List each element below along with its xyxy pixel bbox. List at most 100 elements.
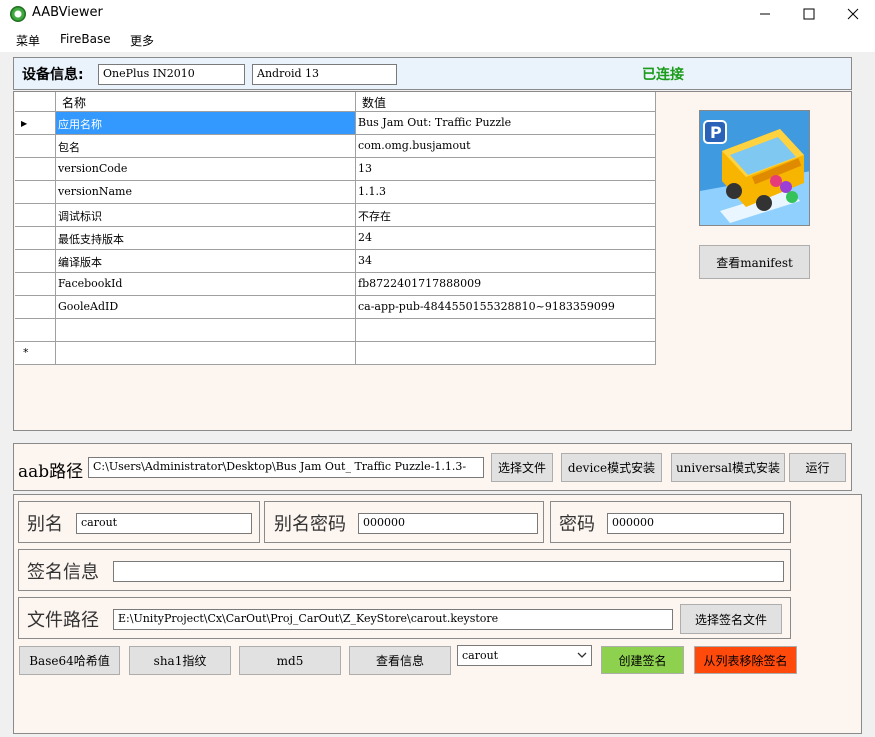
grid-cell-value[interactable]	[356, 342, 656, 365]
grid-header-name[interactable]: 名称	[56, 92, 356, 112]
menu-item-firebase[interactable]: FireBase	[60, 32, 111, 46]
menu-item-more[interactable]: 更多	[130, 32, 154, 49]
grid-cell-name[interactable]	[56, 319, 356, 342]
android-version-field[interactable]: Android 13	[252, 64, 397, 85]
new-row-selector[interactable]: *	[15, 342, 56, 365]
row-selector[interactable]: ▶	[15, 112, 56, 135]
grid-cell-name[interactable]: versionName	[56, 181, 356, 204]
choose-sign-file-button[interactable]: 选择签名文件	[680, 604, 782, 634]
alias-password-input[interactable]: 000000	[358, 513, 538, 534]
grid-cell-value[interactable]: 不存在	[356, 204, 656, 227]
alias-select[interactable]: carout	[457, 645, 592, 666]
grid-cell-name[interactable]: 包名	[56, 135, 356, 158]
new-row-icon: *	[23, 346, 29, 359]
new-row[interactable]: *	[15, 342, 656, 365]
app-info-grid[interactable]: 名称 数值 ▶ 应用名称 Bus Jam Out: Traffic Puzzle…	[15, 92, 656, 365]
device-info-label: 设备信息:	[22, 67, 84, 83]
choose-file-button[interactable]: 选择文件	[491, 453, 553, 482]
keystore-path-input[interactable]: E:\UnityProject\Cx\CarOut\Proj_CarOut\Z_…	[113, 609, 673, 630]
row-selector[interactable]	[15, 273, 56, 296]
row-selector[interactable]	[15, 227, 56, 250]
bus-app-image: P	[700, 111, 809, 225]
grid-cell-value[interactable]: 1.1.3	[356, 181, 656, 204]
table-row[interactable]: FacebookId fb8722401717888009	[15, 273, 656, 296]
close-button[interactable]	[830, 0, 875, 27]
grid-cell-value[interactable]: 13	[356, 158, 656, 181]
menu-bar: 菜单 FireBase 更多	[0, 27, 875, 52]
table-row[interactable]	[15, 319, 656, 342]
row-selector[interactable]	[15, 296, 56, 319]
universal-install-button[interactable]: universal模式安装	[671, 453, 785, 482]
svg-text:P: P	[710, 123, 722, 142]
grid-cell-value[interactable]: 34	[356, 250, 656, 273]
grid-cell-value[interactable]	[356, 319, 656, 342]
grid-header-row: 名称 数值	[15, 92, 656, 112]
menu-item-main[interactable]: 菜单	[16, 32, 40, 49]
row-selector[interactable]	[15, 204, 56, 227]
grid-cell-value[interactable]: 24	[356, 227, 656, 250]
window-title: AABViewer	[32, 5, 103, 20]
password-group: 密码 000000	[550, 501, 791, 543]
view-info-button[interactable]: 查看信息	[349, 646, 451, 675]
view-manifest-button[interactable]: 查看manifest	[699, 245, 810, 279]
device-info-panel: 设备信息: OnePlus IN2010 Android 13 已连接	[13, 57, 852, 90]
base64-hash-button[interactable]: Base64哈希值	[19, 646, 120, 675]
row-selector[interactable]	[15, 181, 56, 204]
grid-corner-cell	[15, 92, 56, 112]
alias-group: 别名 carout	[18, 501, 260, 543]
chevron-down-icon	[577, 652, 587, 658]
grid-cell-name[interactable]: 应用名称	[56, 112, 356, 135]
title-bar: AABViewer	[0, 0, 875, 27]
grid-header-value[interactable]: 数值	[356, 92, 656, 112]
create-signature-button[interactable]: 创建签名	[601, 646, 684, 674]
keystore-file-group: 文件路径 E:\UnityProject\Cx\CarOut\Proj_CarO…	[18, 597, 791, 639]
alias-input[interactable]: carout	[76, 513, 252, 534]
grid-cell-name[interactable]	[56, 342, 356, 365]
aab-path-input[interactable]: C:\Users\Administrator\Desktop\Bus Jam O…	[88, 457, 484, 478]
grid-cell-value[interactable]: com.omg.busjamout	[356, 135, 656, 158]
grid-cell-name[interactable]: 编译版本	[56, 250, 356, 273]
password-label: 密码	[559, 514, 595, 535]
row-selector[interactable]	[15, 319, 56, 342]
row-selector[interactable]	[15, 135, 56, 158]
app-icon	[10, 6, 26, 22]
password-input[interactable]: 000000	[607, 513, 784, 534]
sha1-fingerprint-button[interactable]: sha1指纹	[129, 646, 231, 675]
grid-cell-name[interactable]: 调试标识	[56, 204, 356, 227]
grid-cell-value[interactable]: fb8722401717888009	[356, 273, 656, 296]
grid-cell-value[interactable]: Bus Jam Out: Traffic Puzzle	[356, 112, 656, 135]
file-path-label: 文件路径	[27, 610, 99, 631]
table-row[interactable]: 编译版本 34	[15, 250, 656, 273]
alias-password-label: 别名密码	[274, 514, 346, 535]
minimize-icon	[760, 13, 770, 14]
table-row[interactable]: versionName 1.1.3	[15, 181, 656, 204]
sign-info-group: 签名信息	[18, 549, 791, 591]
device-model-field[interactable]: OnePlus IN2010	[98, 64, 245, 85]
grid-cell-name[interactable]: FacebookId	[56, 273, 356, 296]
grid-cell-name[interactable]: versionCode	[56, 158, 356, 181]
app-icon-image: P	[699, 110, 810, 226]
device-install-button[interactable]: device模式安装	[561, 453, 662, 482]
grid-cell-name[interactable]: 最低支持版本	[56, 227, 356, 250]
remove-signature-button[interactable]: 从列表移除签名	[694, 646, 797, 674]
grid-cell-value[interactable]: ca-app-pub-4844550155328810~9183359099	[356, 296, 656, 319]
run-button[interactable]: 运行	[789, 453, 846, 482]
table-row[interactable]: GooleAdID ca-app-pub-4844550155328810~91…	[15, 296, 656, 319]
table-row[interactable]: 包名 com.omg.busjamout	[15, 135, 656, 158]
alias-select-value: carout	[462, 649, 499, 662]
sign-info-input[interactable]	[113, 561, 784, 582]
sign-info-label: 签名信息	[27, 562, 99, 583]
table-row[interactable]: versionCode 13	[15, 158, 656, 181]
row-selector[interactable]	[15, 250, 56, 273]
table-row[interactable]: ▶ 应用名称 Bus Jam Out: Traffic Puzzle	[15, 112, 656, 135]
row-pointer-icon: ▶	[21, 119, 28, 128]
md5-button[interactable]: md5	[239, 646, 341, 675]
minimize-button[interactable]	[742, 0, 788, 27]
table-row[interactable]: 调试标识 不存在	[15, 204, 656, 227]
maximize-icon	[803, 8, 815, 19]
maximize-button[interactable]	[786, 0, 832, 27]
row-selector[interactable]	[15, 158, 56, 181]
table-row[interactable]: 最低支持版本 24	[15, 227, 656, 250]
connection-status: 已连接	[642, 67, 684, 83]
grid-cell-name[interactable]: GooleAdID	[56, 296, 356, 319]
